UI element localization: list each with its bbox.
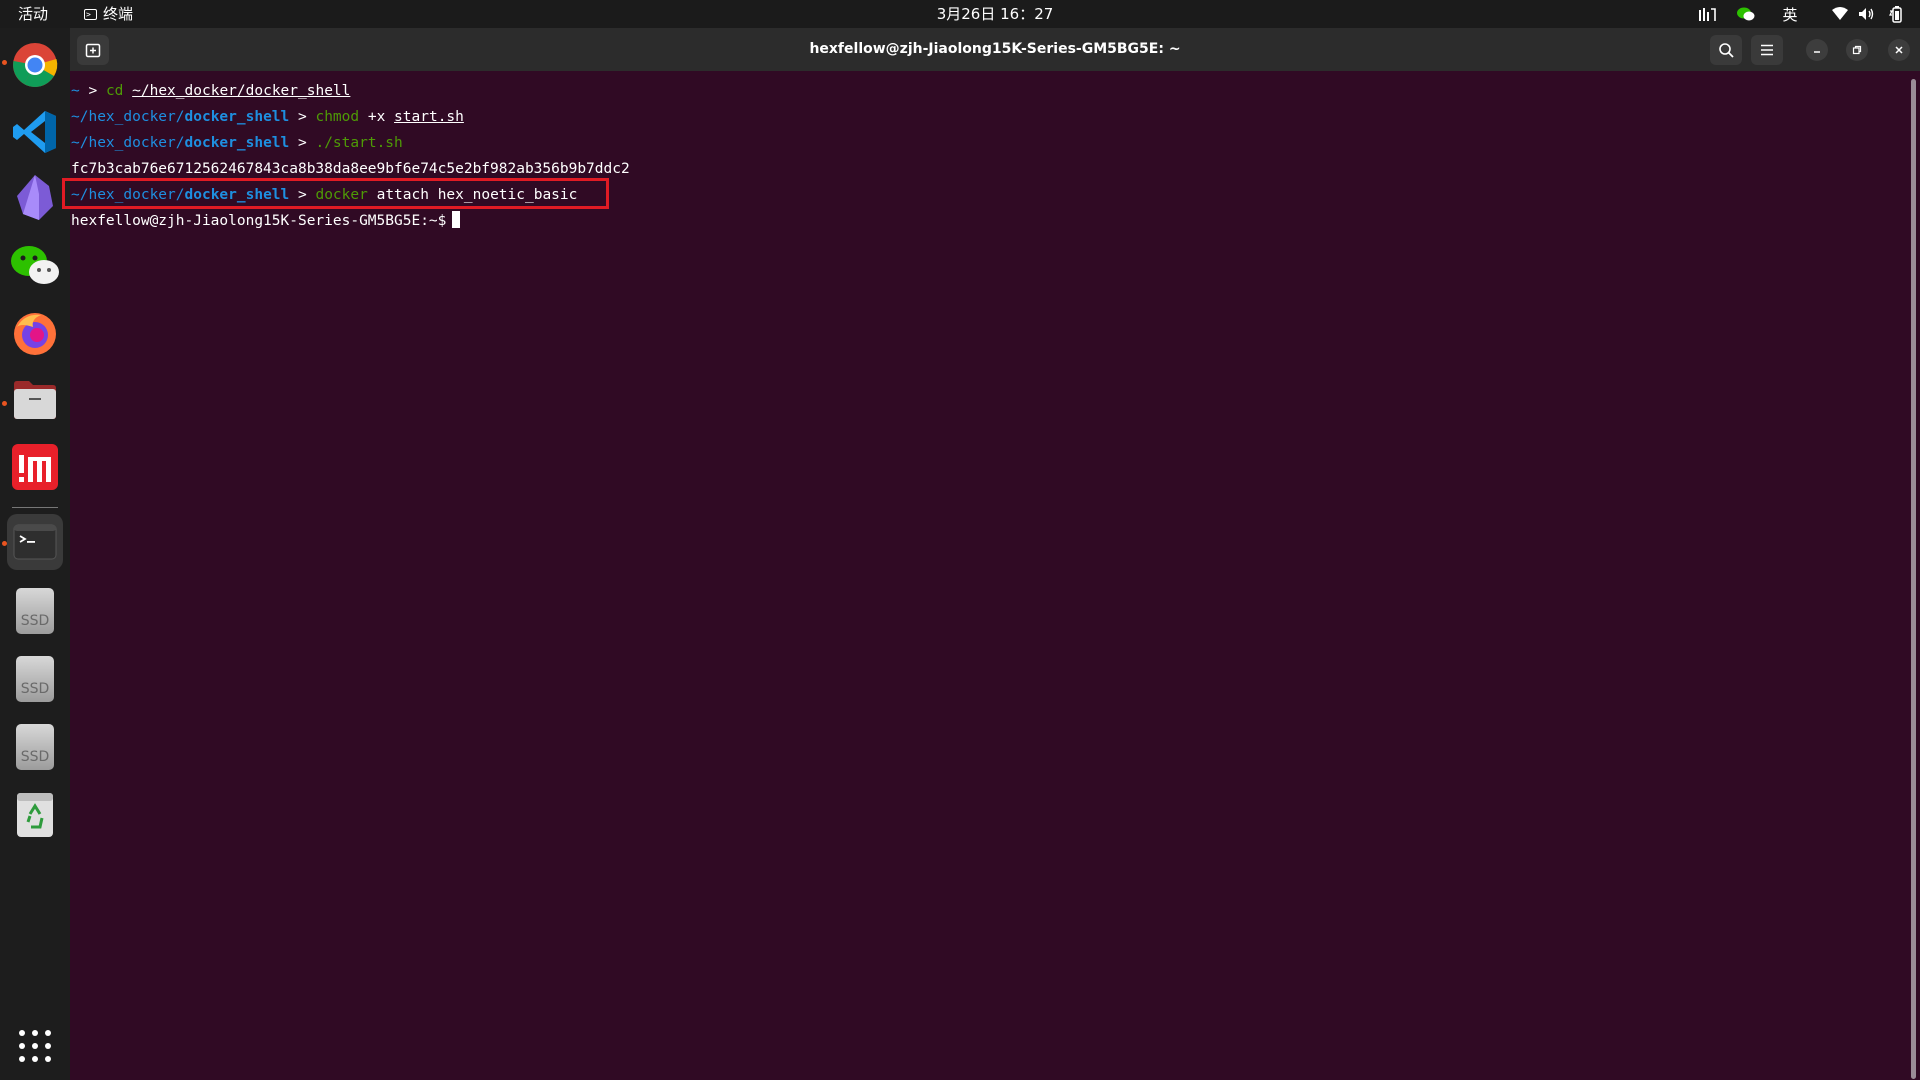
ssd-drive-icon: SSD (16, 724, 54, 770)
ssd-drive-icon: SSD (16, 656, 54, 702)
dock-ssd-drive-3[interactable]: SSD (7, 719, 63, 775)
terminal-line: ~/hex_docker/docker_shell > chmod +x sta… (71, 109, 464, 125)
dock-firefox[interactable] (7, 305, 63, 361)
dock-trash[interactable] (7, 787, 63, 843)
minimize-icon (1814, 51, 1820, 53)
close-button[interactable] (1888, 39, 1910, 61)
top-bar: 活动 > 终端 3月26日 16：27 英 (0, 0, 1920, 28)
battery-icon[interactable] (1884, 0, 1908, 28)
wifi-icon[interactable] (1828, 0, 1852, 28)
search-icon (1719, 43, 1734, 58)
hamburger-icon (1761, 44, 1773, 56)
dock-terminal[interactable] (7, 514, 63, 570)
close-icon (1895, 46, 1903, 54)
window-title: hexfellow@zjh-Jiaolong15K-Series-GM5BG5E… (809, 41, 1181, 57)
terminal-line: ~/hex_docker/docker_shell > ./start.sh (71, 135, 403, 151)
input-method-indicator[interactable]: 英 (1776, 0, 1804, 28)
wechat-icon (11, 246, 59, 284)
firefox-icon (14, 313, 56, 355)
restore-icon (1852, 45, 1862, 55)
terminal-line: ~ > cd ~/hex_docker/docker_shell (71, 83, 351, 99)
wechat-tray-icon[interactable] (1733, 0, 1759, 28)
volume-icon[interactable] (1855, 0, 1879, 28)
restore-button[interactable] (1846, 39, 1868, 61)
mathworks-icon (12, 444, 58, 490)
scrollbar[interactable] (1911, 79, 1916, 1079)
dock-chrome[interactable] (7, 37, 63, 93)
dock: SSD SSD SSD (0, 28, 70, 1080)
app-grid-icon (19, 1030, 51, 1062)
vscode-icon (13, 111, 56, 153)
text-cursor (452, 211, 461, 228)
dock-obsidian[interactable] (7, 170, 63, 226)
dock-ssd-drive-2[interactable]: SSD (7, 651, 63, 707)
menu-button[interactable] (1751, 35, 1783, 65)
dock-separator (12, 507, 58, 508)
network-speed-icon[interactable] (1694, 0, 1720, 28)
files-icon (14, 381, 56, 419)
dock-ssd-drive-1[interactable]: SSD (7, 583, 63, 639)
dock-mathworks[interactable] (7, 439, 63, 495)
terminal-output[interactable]: ~ > cd ~/hex_docker/docker_shell ~/hex_d… (62, 71, 1920, 1080)
window-header: hexfellow@zjh-Jiaolong15K-Series-GM5BG5E… (70, 28, 1920, 71)
dock-vscode[interactable] (7, 104, 63, 160)
show-apps-button[interactable] (7, 1018, 63, 1074)
highlight-annotation-box (62, 178, 609, 209)
trash-icon (17, 793, 53, 837)
dock-files[interactable] (7, 372, 63, 428)
chrome-icon (13, 43, 58, 87)
search-button[interactable] (1710, 35, 1742, 65)
terminal-prompt-line: hexfellow@zjh-Jiaolong15K-Series-GM5BG5E… (71, 208, 461, 234)
obsidian-icon (17, 175, 53, 220)
minimize-button[interactable] (1806, 39, 1828, 61)
clock[interactable]: 3月26日 16：27 (0, 0, 1920, 28)
ssd-drive-icon: SSD (16, 588, 54, 634)
terminal-icon (13, 524, 57, 560)
dock-wechat[interactable] (7, 238, 63, 294)
